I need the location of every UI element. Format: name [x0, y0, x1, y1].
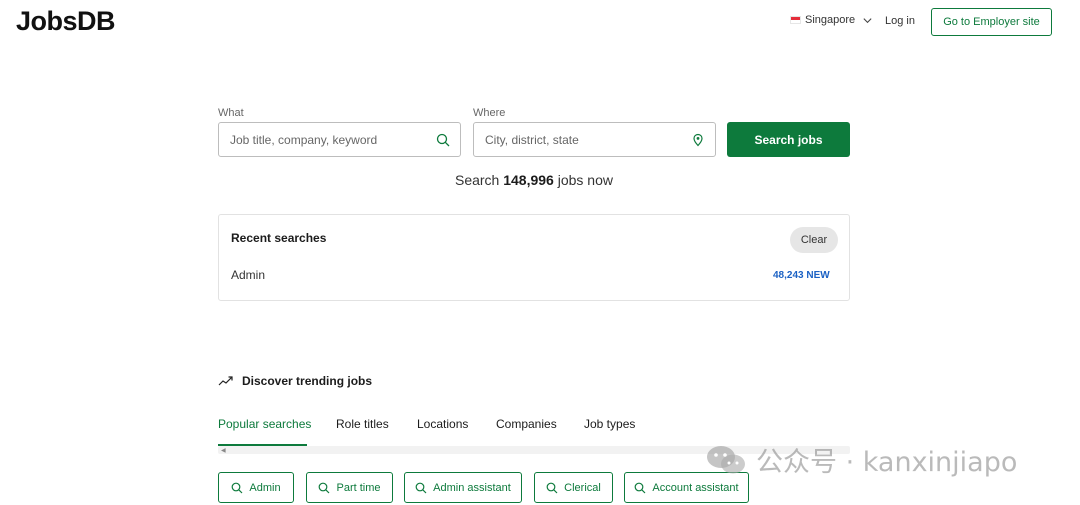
- chip-clerical[interactable]: Clerical: [534, 472, 613, 503]
- job-count-text: Search 148,996 jobs now: [218, 172, 850, 188]
- trending-title: Discover trending jobs: [242, 374, 373, 388]
- singapore-flag-icon: [790, 16, 801, 24]
- login-link[interactable]: Log in: [885, 15, 915, 27]
- trending-heading: Discover trending jobs: [218, 374, 372, 388]
- watermark-text: 公众号 · kanxinjiapo: [756, 447, 1018, 478]
- chip-label: Part time: [336, 481, 381, 494]
- job-count-number: 148,996: [503, 172, 554, 188]
- search-icon: [634, 482, 646, 493]
- recent-searches-title: Recent searches: [231, 231, 327, 245]
- jobsdb-logo[interactable]: JobsDB: [16, 6, 116, 37]
- what-field[interactable]: [218, 122, 461, 157]
- top-nav: JobsDB Singapore Log in Go to Employer s…: [0, 0, 1080, 48]
- tab-role-titles[interactable]: Role titles: [336, 417, 389, 431]
- where-field[interactable]: [473, 122, 716, 157]
- recent-search-item[interactable]: Admin: [231, 268, 265, 282]
- search-icon: [436, 133, 450, 147]
- scroll-left-icon[interactable]: ◀: [221, 447, 226, 454]
- wechat-watermark: 公众号 · kanxinjiapo: [704, 440, 1017, 479]
- what-input[interactable]: [230, 132, 425, 148]
- chevron-down-icon: [863, 17, 872, 23]
- chip-admin-assistant[interactable]: Admin assistant: [404, 472, 522, 503]
- wechat-icon: [707, 445, 745, 473]
- tab-locations[interactable]: Locations: [417, 417, 468, 431]
- search-icon: [546, 482, 558, 493]
- what-label: What: [218, 107, 244, 119]
- tab-companies[interactable]: Companies: [496, 417, 557, 431]
- where-input[interactable]: [485, 132, 680, 148]
- chip-label: Admin: [249, 481, 281, 494]
- chip-part-time[interactable]: Part time: [306, 472, 393, 503]
- chip-label: Admin assistant: [433, 481, 511, 494]
- search-icon: [232, 482, 243, 493]
- clear-recent-button[interactable]: Clear: [790, 227, 838, 253]
- trending-icon: [218, 376, 233, 386]
- job-count-suffix: jobs now: [557, 172, 613, 188]
- tab-job-types[interactable]: Job types: [584, 417, 635, 431]
- chip-admin[interactable]: Admin: [218, 472, 294, 503]
- search-icon: [415, 482, 427, 493]
- recent-search-new-count[interactable]: 48,243 NEW: [773, 270, 830, 281]
- chip-label: Account assistant: [652, 481, 739, 494]
- job-count-prefix: Search: [454, 172, 500, 188]
- tab-popular-searches[interactable]: Popular searches: [218, 417, 311, 431]
- search-icon: [319, 482, 330, 493]
- region-label: Singapore: [805, 14, 856, 26]
- location-pin-icon: [693, 133, 703, 147]
- search-jobs-button[interactable]: Search jobs: [727, 122, 850, 157]
- where-label: Where: [473, 107, 506, 119]
- employer-site-button[interactable]: Go to Employer site: [931, 8, 1052, 36]
- chip-label: Clerical: [564, 481, 601, 494]
- recent-searches-panel: Recent searches Clear Admin 48,243 NEW: [218, 214, 850, 301]
- region-selector[interactable]: Singapore: [790, 14, 873, 26]
